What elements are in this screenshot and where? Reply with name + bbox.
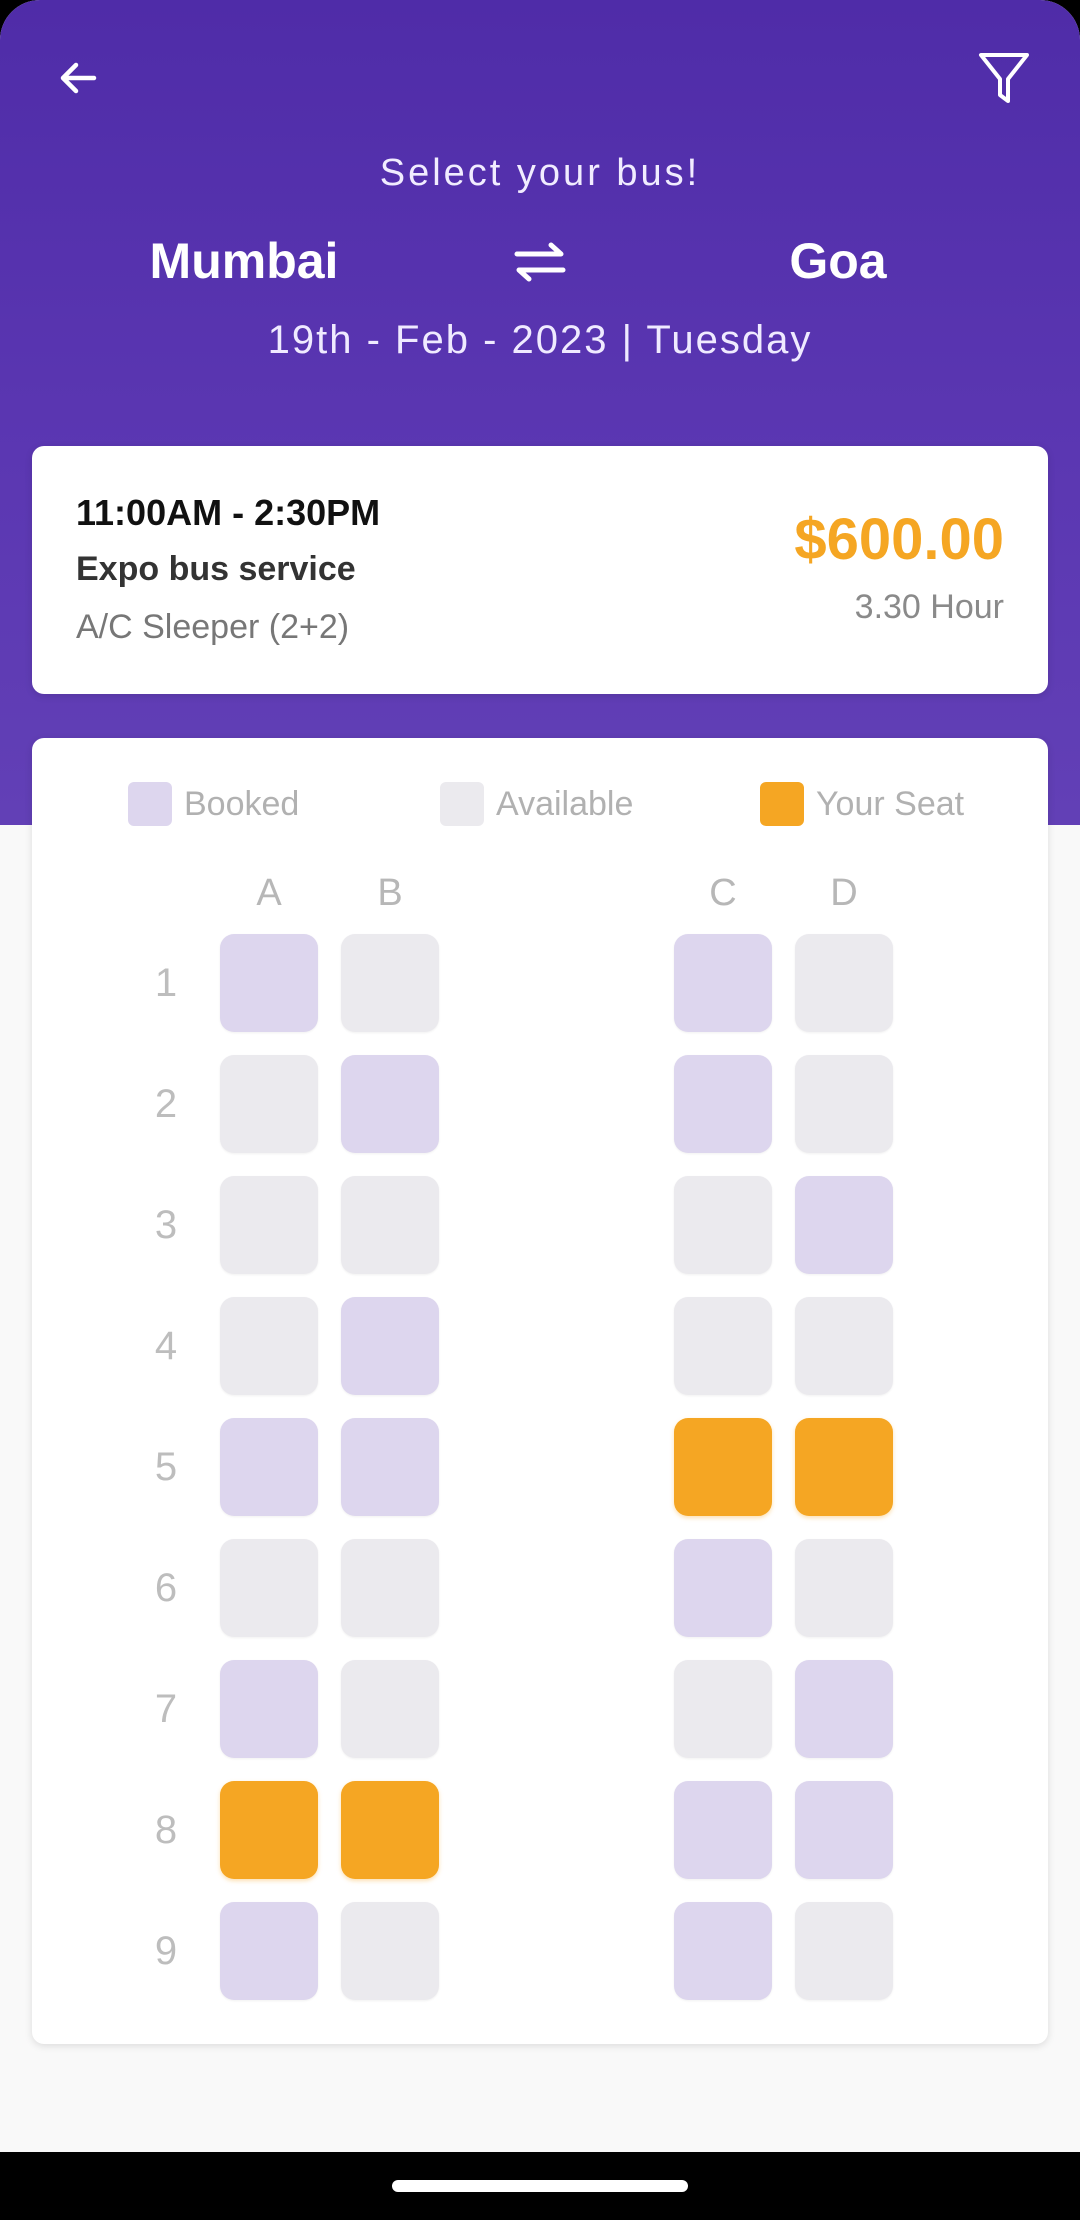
- row-label: 5: [154, 1445, 178, 1489]
- seat-b1[interactable]: [341, 934, 439, 1032]
- from-city: Mumbai: [149, 233, 339, 289]
- column-label: D: [830, 872, 858, 914]
- filter-button[interactable]: [972, 46, 1036, 110]
- booked-swatch: [128, 782, 172, 826]
- legend-label: Your Seat: [816, 784, 965, 823]
- travel-date: 19th - Feb - 2023 | Tuesday: [267, 318, 813, 362]
- legend-label: Booked: [184, 784, 300, 823]
- seat-b8[interactable]: [341, 1781, 439, 1879]
- seat-d9[interactable]: [795, 1902, 893, 2000]
- seat-a4[interactable]: [220, 1297, 318, 1395]
- seat-a6[interactable]: [220, 1539, 318, 1637]
- arrow-left-icon: [60, 62, 97, 94]
- seat-d6[interactable]: [795, 1539, 893, 1637]
- legend-available: Available: [440, 782, 633, 826]
- bus-operator: Expo bus service: [76, 550, 356, 588]
- seat-b4[interactable]: [341, 1297, 439, 1395]
- seat-a2[interactable]: [220, 1055, 318, 1153]
- your-seat-swatch: [760, 782, 804, 826]
- home-indicator[interactable]: [392, 2180, 688, 2192]
- bus-time: 11:00AM - 2:30PM: [76, 492, 381, 533]
- seat-c4[interactable]: [674, 1297, 772, 1395]
- seat-c3[interactable]: [674, 1176, 772, 1274]
- row-label: 3: [154, 1203, 178, 1247]
- seat-d5[interactable]: [795, 1418, 893, 1516]
- column-label: B: [377, 872, 403, 914]
- available-swatch: [440, 782, 484, 826]
- seat-c8[interactable]: [674, 1781, 772, 1879]
- seat-b6[interactable]: [341, 1539, 439, 1637]
- seat-c5[interactable]: [674, 1418, 772, 1516]
- filter-icon: [979, 53, 1029, 103]
- to-city: Goa: [789, 233, 887, 289]
- row-label: 8: [154, 1808, 178, 1852]
- seat-d8[interactable]: [795, 1781, 893, 1879]
- seat-d2[interactable]: [795, 1055, 893, 1153]
- header: Select your bus! Mumbai Goa 19th - Feb -…: [0, 0, 1080, 825]
- seat-c6[interactable]: [674, 1539, 772, 1637]
- row-label: 4: [154, 1324, 178, 1368]
- seat-a9[interactable]: [220, 1902, 318, 2000]
- seat-b9[interactable]: [341, 1902, 439, 2000]
- seat-map-panel: Booked Available Your Seat A B C D 1 2 3 4 5 6 7 8 9: [32, 738, 1048, 2044]
- legend-booked: Booked: [128, 782, 299, 826]
- seat-b2[interactable]: [341, 1055, 439, 1153]
- swap-cities-button[interactable]: [508, 234, 572, 290]
- screen: Select your bus! Mumbai Goa 19th - Feb -…: [0, 0, 1080, 2220]
- seat-a5[interactable]: [220, 1418, 318, 1516]
- seat-b7[interactable]: [341, 1660, 439, 1758]
- seat-c7[interactable]: [674, 1660, 772, 1758]
- row-label: 7: [154, 1687, 178, 1731]
- bus-type: A/C Sleeper (2+2): [76, 608, 350, 646]
- bus-price: $600.00: [794, 507, 1004, 572]
- bus-card[interactable]: 11:00AM - 2:30PM Expo bus service A/C Sl…: [32, 446, 1048, 694]
- seat-c9[interactable]: [674, 1902, 772, 2000]
- legend-label: Available: [496, 784, 634, 823]
- seat-a8[interactable]: [220, 1781, 318, 1879]
- row-label: 1: [154, 961, 178, 1005]
- page-subtitle: Select your bus!: [379, 152, 701, 194]
- row-label: 9: [154, 1929, 178, 1973]
- back-button[interactable]: [46, 46, 110, 110]
- row-label: 2: [154, 1082, 178, 1126]
- seat-d3[interactable]: [795, 1176, 893, 1274]
- seat-a3[interactable]: [220, 1176, 318, 1274]
- column-label: C: [709, 872, 737, 914]
- seat-d7[interactable]: [795, 1660, 893, 1758]
- seat-c2[interactable]: [674, 1055, 772, 1153]
- seat-c1[interactable]: [674, 934, 772, 1032]
- bus-duration: 3.30 Hour: [854, 588, 1004, 626]
- seat-b5[interactable]: [341, 1418, 439, 1516]
- seat-d4[interactable]: [795, 1297, 893, 1395]
- swap-arrows-icon: [514, 242, 566, 282]
- row-label: 6: [154, 1566, 178, 1610]
- seat-a1[interactable]: [220, 934, 318, 1032]
- seat-b3[interactable]: [341, 1176, 439, 1274]
- seat-d1[interactable]: [795, 934, 893, 1032]
- seat-a7[interactable]: [220, 1660, 318, 1758]
- legend-your-seat: Your Seat: [760, 782, 964, 826]
- column-label: A: [256, 872, 282, 914]
